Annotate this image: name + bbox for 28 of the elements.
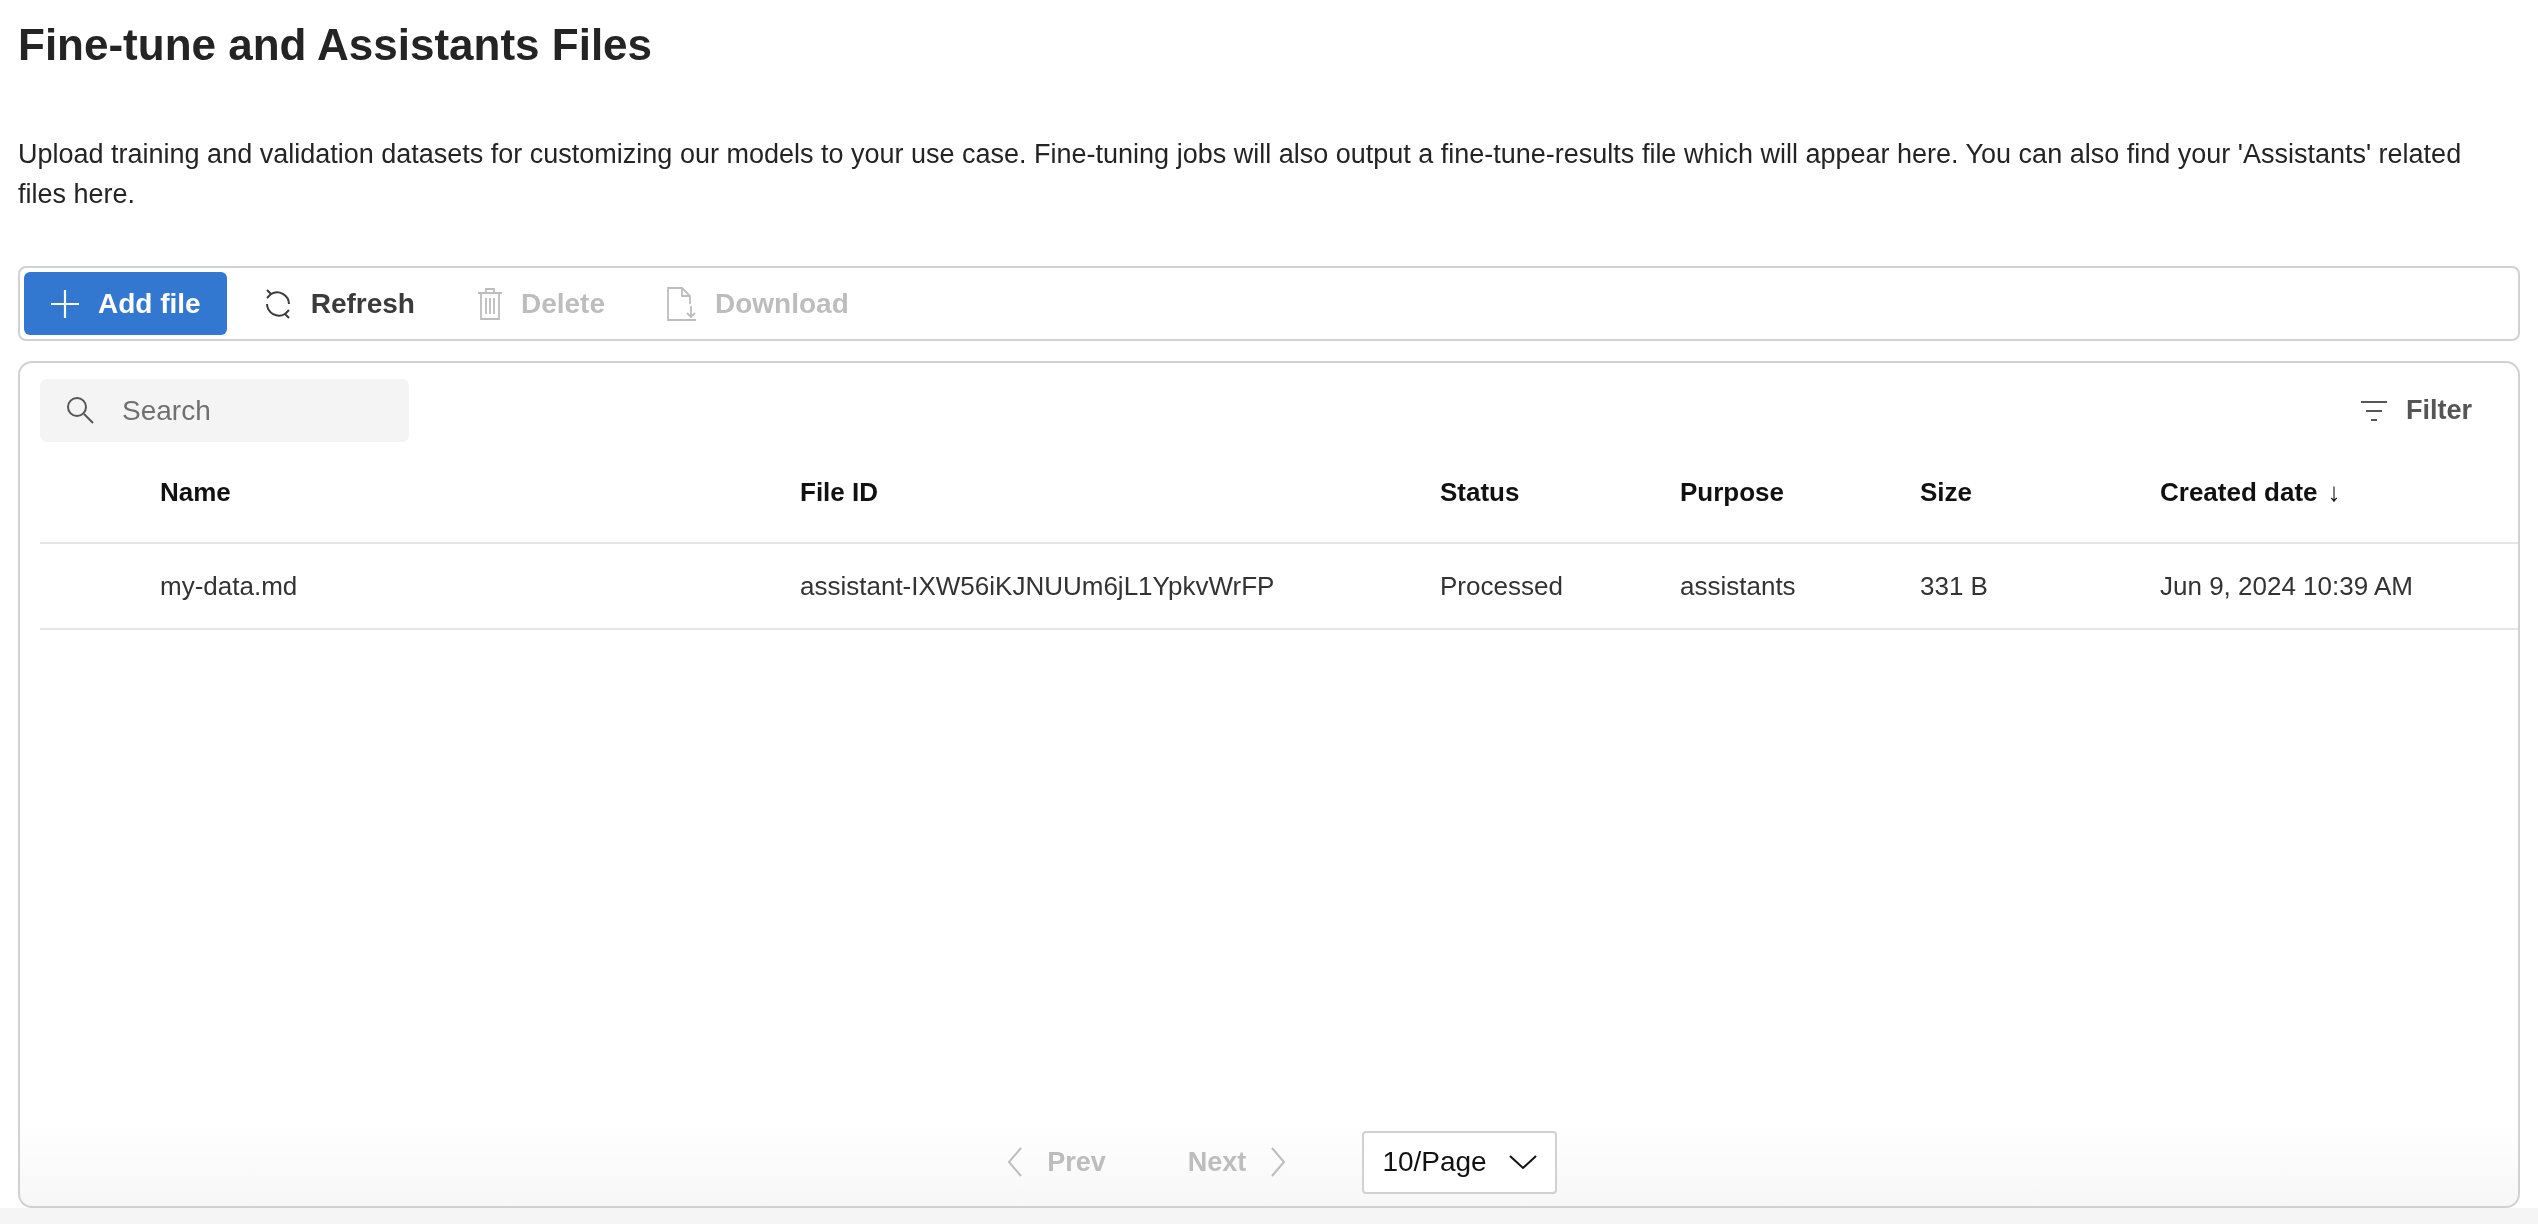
- add-button[interactable]: Add file: [24, 272, 227, 335]
- table-cell-text: Jun 9, 2024 10:39 AM: [2160, 570, 2414, 602]
- column-header[interactable]: Purpose: [1680, 476, 1920, 508]
- trash-icon: [476, 287, 503, 320]
- plus-icon: [50, 288, 80, 319]
- column-header[interactable]: Status: [1440, 476, 1680, 508]
- page-description: Upload training and validation datasets for customizing our models to your use case. Fine-tuning jobs will also output a fine-tune-results file which will appear here. You can also find your 'Assistants' related files here.: [18, 138, 2463, 211]
- search-field[interactable]: Search: [40, 379, 409, 442]
- table-cell-text: assistants: [1680, 570, 1797, 602]
- table-cell-text: 331 B: [1920, 570, 1989, 602]
- document-download-icon: [667, 286, 697, 321]
- column-header[interactable]: Created date ↓: [2160, 476, 2518, 508]
- chevron-left-icon: [1007, 1147, 1024, 1177]
- table-cell-text: Processed: [1440, 570, 1564, 602]
- refresh-button[interactable]: Refresh: [236, 272, 441, 335]
- page-title: Fine-tune and Assistants Files: [18, 20, 654, 70]
- column-header[interactable]: Name: [160, 476, 800, 508]
- table-cell-text: my-data.md: [160, 570, 299, 602]
- table-cell-text: assistant-IXW56iKJNUUm6jL1YpkvWrFP: [800, 570, 1276, 602]
- filter-icon: [2360, 399, 2388, 422]
- column-header[interactable]: File ID: [800, 476, 1440, 508]
- column-header[interactable]: Size: [1920, 476, 2160, 508]
- search-icon: [66, 396, 94, 424]
- table-row[interactable]: my-data.md assistant-IXW56iKJNUUm6jL1YpkvWrFP Processed assistants 331 B Jun 9, 2024 10:39 AM: [40, 544, 2518, 630]
- chevron-down-icon: [1508, 1154, 1537, 1170]
- filter-button[interactable]: Filter: [2354, 394, 2478, 427]
- page-size-dropdown[interactable]: 10/Page: [1362, 1130, 1557, 1194]
- chevron-right-icon: [1270, 1147, 1287, 1177]
